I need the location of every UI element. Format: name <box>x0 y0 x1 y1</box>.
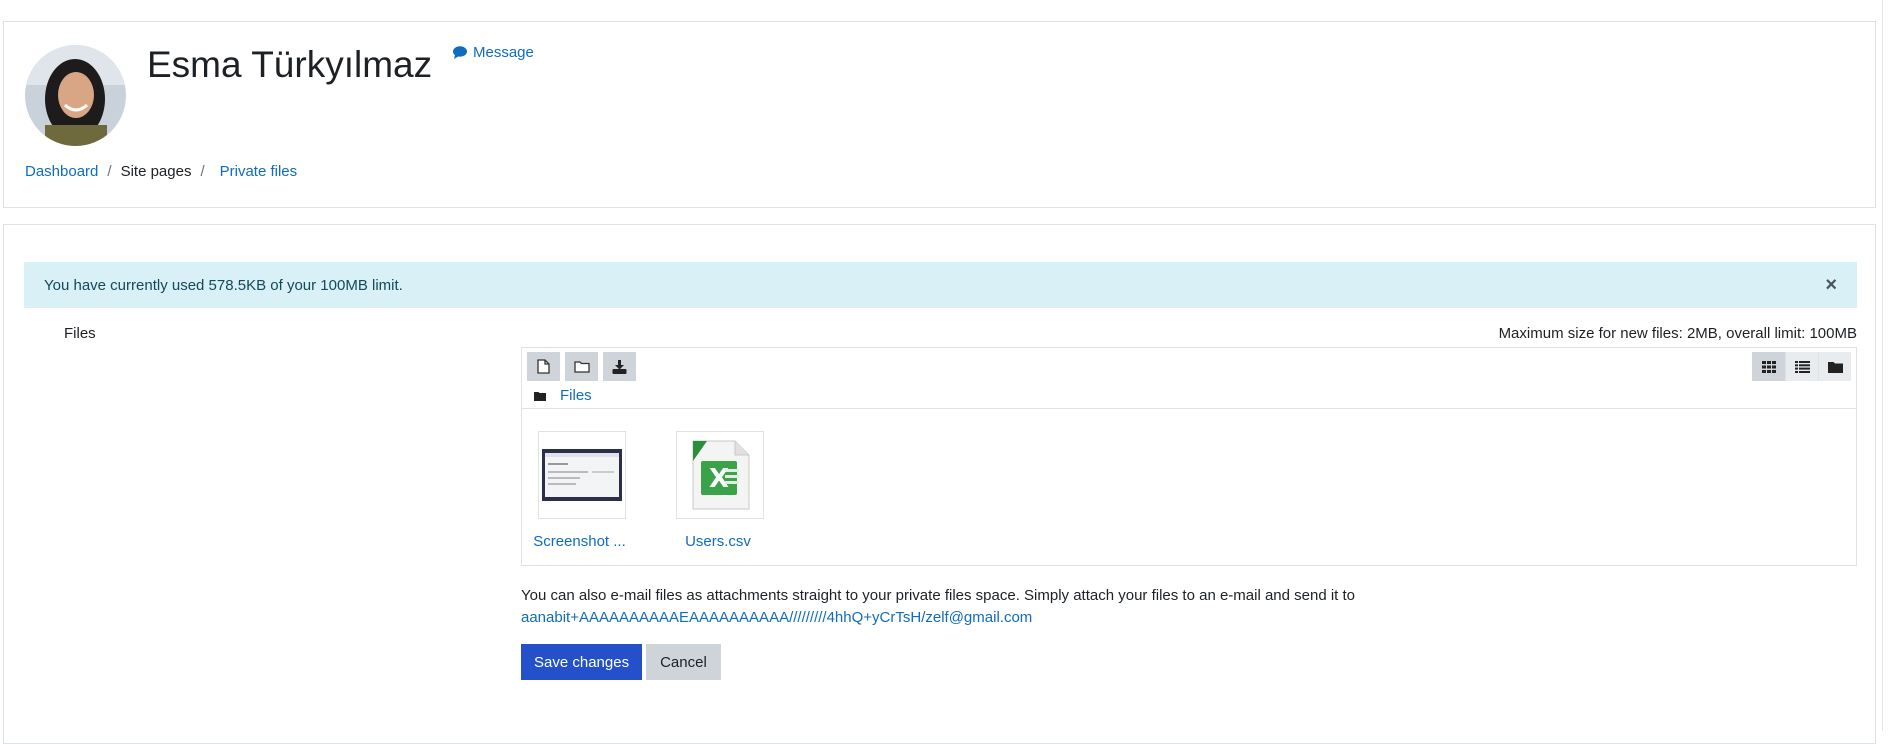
add-file-button[interactable] <box>527 352 560 381</box>
add-file-icon <box>537 359 550 374</box>
scrollbar[interactable] <box>1882 0 1897 731</box>
file-path: Files <box>534 387 592 404</box>
grid-view-button[interactable] <box>1752 352 1785 381</box>
folder-icon <box>534 391 546 401</box>
grid-view-icon <box>1761 360 1776 373</box>
form-actions: Save changes Cancel <box>521 644 721 680</box>
file-manager: Files Screenshot ... X Users.csv <box>521 347 1857 566</box>
path-files-link[interactable]: Files <box>560 387 592 404</box>
email-instructions: You can also e-mail files as attachments… <box>521 585 1821 629</box>
message-label: Message <box>473 44 534 61</box>
breadcrumb-dashboard[interactable]: Dashboard <box>25 163 98 180</box>
cancel-button[interactable]: Cancel <box>646 644 721 680</box>
file-item-users-csv[interactable]: X Users.csv <box>672 431 764 550</box>
breadcrumb-separator: / <box>107 163 112 180</box>
file-item-screenshot[interactable]: Screenshot ... <box>533 431 626 550</box>
download-icon <box>612 359 627 374</box>
file-name[interactable]: Screenshot ... <box>533 533 626 550</box>
email-address-link[interactable]: aanabit+AAAAAAAAAAEAAAAAAAAAA/////////4h… <box>521 609 1032 626</box>
page-header: Esma Türkyılmaz Message Dashboard / Site… <box>3 21 1876 208</box>
usage-alert: You have currently used 578.5KB of your … <box>24 262 1857 308</box>
svg-text:X: X <box>709 464 729 494</box>
alert-text: You have currently used 578.5KB of your … <box>44 276 403 294</box>
main-content: You have currently used 578.5KB of your … <box>3 224 1876 744</box>
list-view-icon <box>1794 360 1810 373</box>
spreadsheet-file-icon: X <box>676 431 764 519</box>
image-thumbnail-icon <box>538 431 626 519</box>
message-link[interactable]: Message <box>453 44 534 61</box>
chat-bubble-icon <box>453 46 467 59</box>
breadcrumb-separator: / <box>200 163 205 180</box>
max-size-info: Maximum size for new files: 2MB, overall… <box>1498 325 1857 342</box>
view-switcher <box>1752 352 1851 381</box>
create-folder-icon <box>573 361 590 373</box>
close-icon[interactable]: × <box>1825 274 1837 297</box>
email-instructions-text: You can also e-mail files as attachments… <box>521 587 1356 604</box>
breadcrumb-site-pages: Site pages <box>120 163 192 180</box>
tree-view-button[interactable] <box>1818 352 1851 381</box>
file-list: Screenshot ... X Users.csv <box>522 408 1856 566</box>
files-field-label: Files <box>64 325 96 342</box>
save-changes-button[interactable]: Save changes <box>521 644 643 680</box>
breadcrumb: Dashboard / Site pages / Private files <box>25 163 297 180</box>
tree-view-icon <box>1827 361 1843 373</box>
download-all-button[interactable] <box>603 352 636 381</box>
list-view-button[interactable] <box>1785 352 1818 381</box>
user-name: Esma Türkyılmaz <box>147 44 433 85</box>
create-folder-button[interactable] <box>565 352 598 381</box>
breadcrumb-private-files[interactable]: Private files <box>220 163 298 180</box>
file-manager-toolbar <box>527 352 636 381</box>
file-name[interactable]: Users.csv <box>672 533 764 550</box>
avatar <box>25 45 126 146</box>
